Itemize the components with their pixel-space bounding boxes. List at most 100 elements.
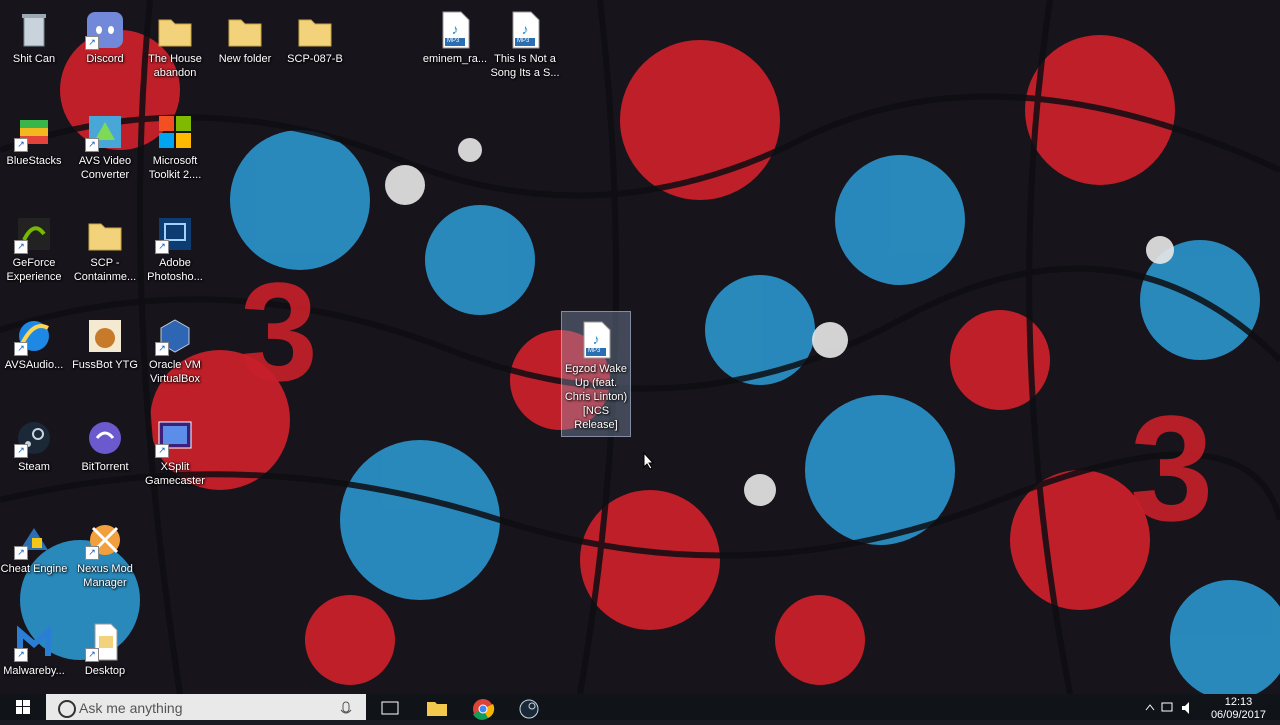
desktop-icon-virtualbox[interactable]: ↗ Oracle VM VirtualBox [138, 308, 212, 386]
cortana-search-box[interactable]: Ask me anything [46, 694, 366, 720]
desktop-icon-label: New folder [218, 53, 272, 65]
desktop-icon-avs-audio[interactable]: ↗ AVSAudio... [0, 308, 71, 372]
desktop-icon-bluestacks[interactable]: ↗ BlueStacks [0, 104, 71, 168]
shortcut-arrow-icon: ↗ [85, 36, 99, 50]
taskbar-chrome[interactable] [460, 694, 506, 720]
task-view-button[interactable] [367, 694, 413, 720]
desktop-icon-label: Nexus Mod Manager [77, 563, 133, 589]
desktop-icon-geforce[interactable]: ↗ GeForce Experience [0, 206, 71, 284]
desktop-icon-label: Desktop [84, 665, 126, 677]
desktop-icon-label: Malwareby... [3, 665, 65, 677]
desktop-icon-label: Steam [18, 461, 50, 473]
shortcut-arrow-icon: ↗ [14, 546, 28, 560]
desktop-icon-fussbot[interactable]: FussBot YTG [68, 308, 142, 372]
volume-icon[interactable] [1182, 702, 1189, 714]
desktop-icon-folder[interactable]: The House abandon [138, 2, 212, 80]
mp3-file-icon: ♪ MP3 [576, 320, 616, 360]
desktop-icon-label: Shit Can [12, 53, 56, 65]
desktop-icon-recycle-bin[interactable]: Shit Can [0, 2, 71, 66]
svg-text:3: 3 [1130, 384, 1213, 552]
mp3-badge: MP3 [588, 348, 601, 354]
shortcut-arrow-icon: ↗ [14, 648, 28, 662]
shortcut-arrow-icon: ↗ [85, 648, 99, 662]
mp3-badge: MP3 [447, 38, 460, 44]
steam-icon [519, 699, 539, 719]
desktop-icon-xsplit[interactable]: ↗ XSplit Gamecaster [138, 410, 212, 488]
file-explorer-icon [427, 702, 447, 716]
desktop-icon-mp3-selected[interactable]: ♪ MP3 Egzod Wake Up (feat. Chris Linton)… [561, 311, 631, 437]
folder-icon [85, 214, 125, 254]
folder-icon [155, 10, 195, 50]
steam-icon: ↗ [14, 418, 54, 458]
photoshop-icon: ↗ [155, 214, 195, 254]
shortcut-arrow-icon: ↗ [155, 444, 169, 458]
desktop-icon-label: BitTorrent [81, 461, 129, 473]
discord-icon: ↗ [85, 10, 125, 50]
malwarebytes-icon: ↗ [14, 622, 54, 662]
desktop-icon-mp3[interactable]: ♪ MP3 This Is Not a Song Its a S... [488, 2, 562, 80]
desktop-icon-label: XSplit Gamecaster [145, 461, 205, 487]
folder-icon [225, 10, 265, 50]
desktop-icon-label: SCP - Containme... [73, 257, 137, 283]
task-view-icon [381, 701, 399, 715]
desktop-icon-label: Cheat Engine [0, 563, 68, 575]
avs-audio-icon: ↗ [14, 316, 54, 356]
virtualbox-icon: ↗ [155, 316, 195, 356]
desktop-icon-nexus-mod-manager[interactable]: ↗ Nexus Mod Manager [68, 512, 142, 590]
desktop-icon-label: The House abandon [148, 53, 202, 79]
desktop-icon-avs-video-converter[interactable]: ↗ AVS Video Converter [68, 104, 142, 182]
desktop-icon-label: AVSAudio... [4, 359, 64, 371]
taskbar-steam[interactable] [506, 694, 552, 720]
microphone-icon[interactable] [336, 694, 356, 720]
avs-video-converter-icon: ↗ [85, 112, 125, 152]
bittorrent-icon [85, 418, 125, 458]
shortcut-arrow-icon: ↗ [14, 138, 28, 152]
windows-logo-icon [16, 700, 30, 714]
clock[interactable]: 12:13 06/09/2017 [1211, 696, 1266, 722]
recycle-bin-icon [14, 10, 54, 50]
network-icon[interactable] [1161, 702, 1173, 712]
chevron-up-icon[interactable] [1145, 704, 1155, 711]
desktop-icon-label: Adobe Photosho... [147, 257, 203, 283]
desktop-icon-discord[interactable]: ↗ Discord [68, 2, 142, 66]
clock-time: 12:13 [1224, 696, 1253, 708]
mp3-file-icon: ♪ MP3 [505, 10, 545, 50]
desktop-icon-microsoft-toolkit[interactable]: Microsoft Toolkit 2.... [138, 104, 212, 182]
desktop-icon-photoshop[interactable]: ↗ Adobe Photosho... [138, 206, 212, 284]
taskbar-file-explorer[interactable] [414, 694, 460, 720]
desktop-icon-label: eminem_ra... [422, 53, 488, 65]
desktop-icon-desktop[interactable]: ↗ Desktop [68, 614, 142, 678]
desktop-icon-label: This Is Not a Song Its a S... [490, 53, 560, 79]
desktop-icon-cheat-engine[interactable]: ↗ Cheat Engine [0, 512, 71, 576]
taskbar: Ask me anything 12:13 06/09/2017 [0, 694, 1280, 722]
desktop-icon-folder[interactable]: SCP - Containme... [68, 206, 142, 284]
mp3-file-icon: ♪ MP3 [435, 10, 475, 50]
shortcut-arrow-icon: ↗ [85, 546, 99, 560]
search-placeholder: Ask me anything [79, 700, 183, 716]
chrome-icon [473, 699, 495, 720]
cheat-engine-icon: ↗ [14, 520, 54, 560]
folder-icon [295, 10, 335, 50]
mouse-cursor-icon [643, 451, 655, 475]
svg-text:♪: ♪ [522, 21, 529, 37]
desktop-icon-folder[interactable]: New folder [208, 2, 282, 66]
shortcut-arrow-icon: ↗ [14, 240, 28, 254]
microsoft-toolkit-icon [155, 112, 195, 152]
desktop-icon-label: Discord [86, 53, 124, 65]
desktop-icon-steam[interactable]: ↗ Steam [0, 410, 71, 474]
svg-text:♪: ♪ [593, 331, 600, 347]
desktop-icon-label: BlueStacks [6, 155, 62, 167]
desktop-icon-malwarebytes[interactable]: ↗ Malwareby... [0, 614, 71, 678]
desktop-icon-label: GeForce Experience [6, 257, 62, 283]
nexus-mod-manager-icon: ↗ [85, 520, 125, 560]
shortcut-arrow-icon: ↗ [155, 240, 169, 254]
desktop-icon-bittorrent[interactable]: BitTorrent [68, 410, 142, 474]
cortana-circle-icon [58, 700, 76, 718]
desktop-icon-folder[interactable]: SCP-087-B [278, 2, 352, 66]
desktop-icon-label: SCP-087-B [287, 53, 343, 65]
svg-text:3: 3 [240, 253, 318, 410]
desktop-icon-label: AVS Video Converter [78, 155, 132, 181]
start-button[interactable] [0, 694, 46, 720]
desktop-icon-mp3[interactable]: ♪ MP3 eminem_ra... [418, 2, 492, 66]
clock-date: 06/09/2017 [1210, 709, 1266, 721]
